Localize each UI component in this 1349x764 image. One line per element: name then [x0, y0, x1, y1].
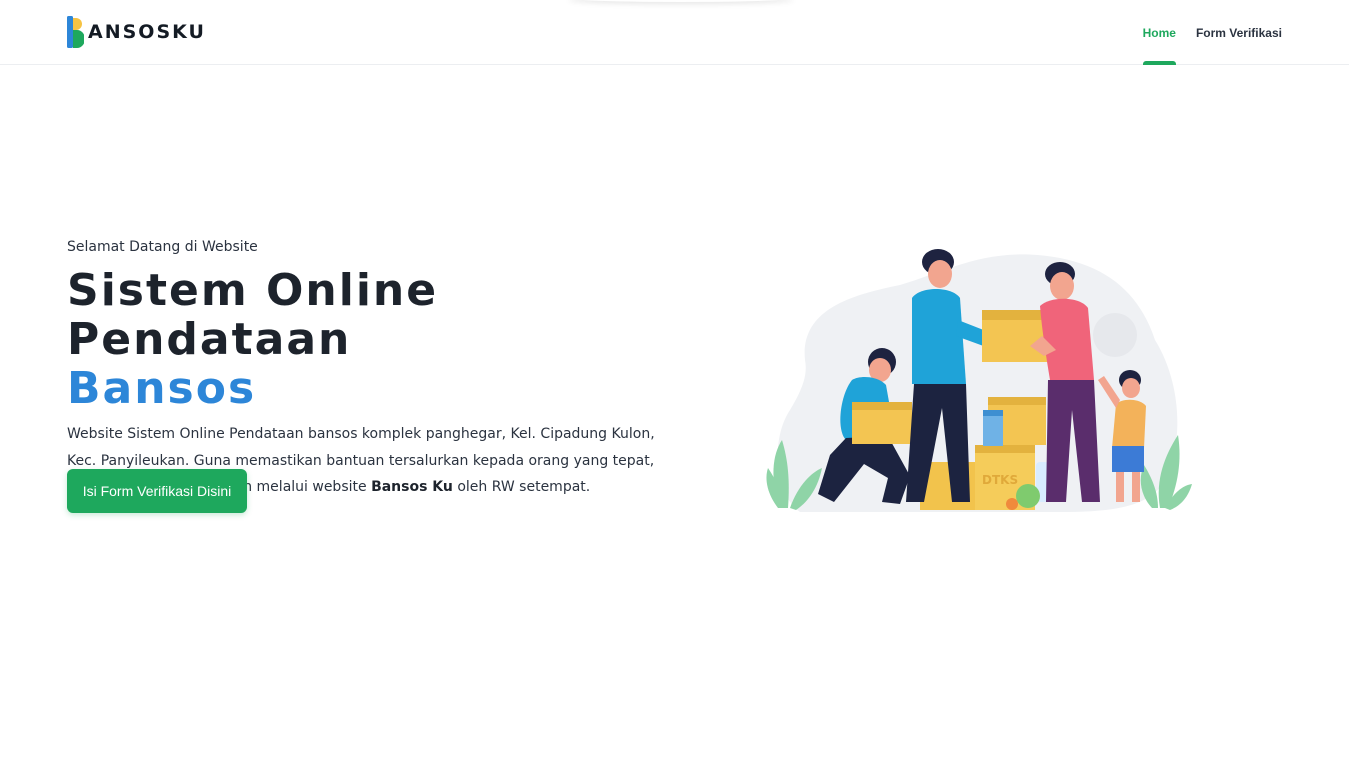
top-shadow-decoration [568, 0, 794, 2]
hero-title: Sistem Online Pendataan Bansos [67, 266, 677, 413]
nav-home[interactable]: Home [1142, 0, 1176, 65]
hero-description-end: oleh RW setempat. [452, 479, 591, 495]
main-nav: Home Form Verifikasi [1142, 0, 1282, 65]
nav-home-label: Home [1142, 25, 1176, 40]
dtks-box-label: DTKS [982, 473, 1018, 487]
hero-title-accent: Bansos [67, 363, 257, 414]
brand-name: ANSOSKU [88, 21, 206, 43]
hero-welcome: Selamat Datang di Website [67, 239, 258, 255]
logo-b-icon [67, 16, 84, 48]
nav-active-indicator [1142, 61, 1176, 65]
hero-title-line1: Sistem Online Pendataan [67, 265, 439, 365]
hero-description-bold: Bansos Ku [371, 479, 453, 495]
cta-form-verifikasi-button[interactable]: Isi Form Verifikasi Disini [67, 469, 247, 513]
nav-form-verifikasi[interactable]: Form Verifikasi [1196, 0, 1282, 65]
navbar: ANSOSKU Home Form Verifikasi [0, 0, 1349, 65]
aid-distribution-illustration: DTKS [766, 249, 1192, 512]
brand-logo[interactable]: ANSOSKU [67, 16, 206, 48]
nav-form-verifikasi-label: Form Verifikasi [1195, 25, 1282, 40]
hero-text: Selamat Datang di Website Sistem Online … [67, 236, 677, 501]
